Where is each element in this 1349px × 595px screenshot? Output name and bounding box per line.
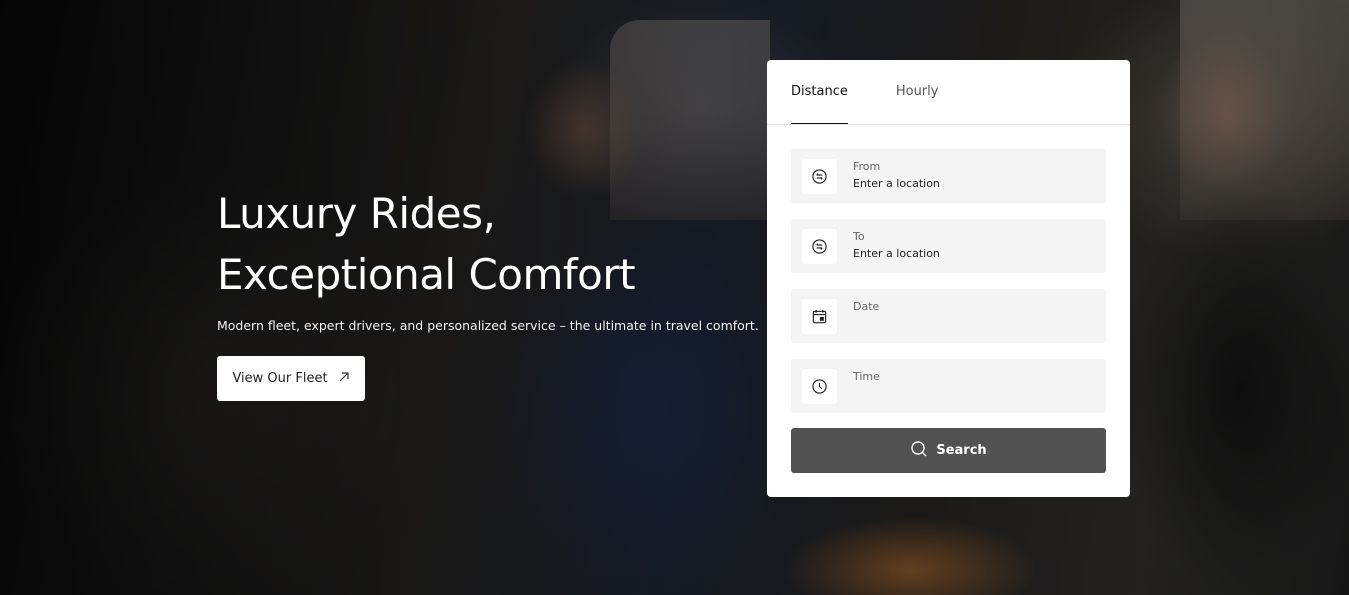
time-field[interactable]: Time [791, 359, 1106, 413]
hero-subtitle: Modern fleet, expert drivers, and person… [217, 318, 759, 333]
booking-fields: From Enter a location To Enter a locatio… [767, 125, 1130, 413]
tab-hourly[interactable]: Hourly [896, 60, 939, 124]
location-swap-icon [802, 158, 837, 194]
clock-icon [802, 368, 837, 404]
view-fleet-button[interactable]: View Our Fleet [217, 356, 365, 401]
date-label: Date [853, 300, 880, 313]
arrow-up-right-icon [338, 371, 350, 387]
search-icon [910, 440, 928, 462]
view-fleet-label: View Our Fleet [232, 371, 328, 386]
hero-title-line1: Luxury Rides, [217, 189, 496, 238]
date-field[interactable]: Date [791, 289, 1106, 343]
from-label: From [853, 160, 881, 173]
booking-card: Distance Hourly From Enter a location To… [767, 60, 1130, 497]
calendar-icon [802, 298, 837, 334]
to-field[interactable]: To Enter a location [791, 219, 1106, 273]
time-label: Time [853, 370, 880, 383]
from-input[interactable]: Enter a location [853, 176, 940, 192]
search-label: Search [936, 443, 987, 458]
hero-text-block: Luxury Rides, Exceptional Comfort Modern… [217, 183, 777, 335]
to-label: To [853, 230, 865, 243]
tab-distance[interactable]: Distance [791, 60, 848, 124]
location-swap-icon [802, 228, 837, 264]
hero-title-line2: Exceptional Comfort [217, 250, 636, 299]
hero-title: Luxury Rides, Exceptional Comfort [217, 183, 777, 305]
from-field[interactable]: From Enter a location [791, 149, 1106, 203]
booking-tabs: Distance Hourly [767, 60, 1130, 125]
search-button[interactable]: Search [791, 428, 1106, 473]
to-input[interactable]: Enter a location [853, 246, 940, 262]
